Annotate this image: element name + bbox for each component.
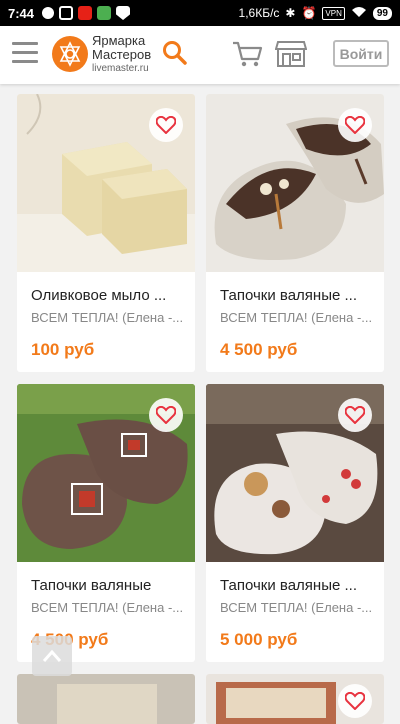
- logo-domain: livemaster.ru: [92, 63, 149, 74]
- bluetooth-icon: ✱: [285, 6, 296, 20]
- wifi-icon: [351, 6, 367, 21]
- product-seller[interactable]: ВСЕМ ТЕПЛА! (Елена -...: [220, 600, 372, 615]
- chevron-up-icon: [42, 649, 62, 662]
- product-card[interactable]: Тапочки валяные ВСЕМ ТЕПЛА! (Елена -... …: [17, 384, 195, 662]
- alarm-icon: ⏰: [301, 6, 317, 20]
- search-icon[interactable]: [162, 40, 188, 71]
- app-notification-icon: [42, 7, 55, 19]
- product-image-slippers-white[interactable]: [206, 384, 384, 562]
- favorite-heart-icon[interactable]: [149, 398, 183, 432]
- app-header: Ярмарка Мастеров livemaster.ru Войти: [0, 26, 400, 84]
- product-image-partial[interactable]: [17, 674, 195, 724]
- logo-icon[interactable]: [52, 36, 88, 72]
- product-card[interactable]: Оливковое мыло ... ВСЕМ ТЕПЛА! (Елена -.…: [17, 94, 195, 372]
- product-title[interactable]: Тапочки валяные ...: [220, 287, 357, 304]
- product-title[interactable]: Тапочки валяные: [31, 577, 151, 594]
- app-green-notification-icon: [97, 6, 112, 20]
- logo-line-1: Ярмарка: [92, 33, 146, 48]
- favorite-heart-icon[interactable]: [338, 398, 372, 432]
- camera-notification-icon: [59, 6, 74, 20]
- product-image-slippers-grey[interactable]: [206, 94, 384, 272]
- shop-icon[interactable]: [274, 40, 308, 73]
- favorite-heart-icon[interactable]: [338, 684, 372, 718]
- product-card[interactable]: [17, 674, 195, 724]
- product-card[interactable]: Тапочки валяные ... ВСЕМ ТЕПЛА! (Елена -…: [206, 94, 384, 372]
- logo-text[interactable]: Ярмарка Мастеров livemaster.ru: [92, 34, 151, 76]
- vpn-badge: VPN: [322, 6, 345, 20]
- product-seller[interactable]: ВСЕМ ТЕПЛА! (Елена -...: [31, 600, 183, 615]
- product-title[interactable]: Тапочки валяные ...: [220, 577, 357, 594]
- logo-line-2: Мастеров: [92, 47, 152, 62]
- product-price: 5 000 руб: [220, 630, 298, 649]
- favorite-heart-icon[interactable]: [149, 108, 183, 142]
- network-speed: 1,6КБ/с: [238, 6, 280, 20]
- shield-notification-icon: [116, 6, 131, 20]
- product-card[interactable]: [206, 674, 384, 724]
- scroll-to-top-button[interactable]: [32, 636, 72, 676]
- status-time: 7:44: [8, 5, 35, 21]
- youtube-notification-icon: [78, 6, 93, 20]
- product-seller[interactable]: ВСЕМ ТЕПЛА! (Елена -...: [31, 310, 183, 325]
- cart-icon[interactable]: [232, 40, 264, 73]
- product-card[interactable]: Тапочки валяные ... ВСЕМ ТЕПЛА! (Елена -…: [206, 384, 384, 662]
- battery-indicator: 99: [372, 6, 392, 20]
- login-button[interactable]: Войти: [333, 40, 389, 67]
- product-image-soap[interactable]: [17, 94, 195, 272]
- favorite-heart-icon[interactable]: [338, 108, 372, 142]
- status-bar: 7:44 1,6КБ/с ✱ ⏰ VPN 99: [0, 0, 400, 26]
- product-seller[interactable]: ВСЕМ ТЕПЛА! (Елена -...: [220, 310, 372, 325]
- product-price: 4 500 руб: [220, 340, 298, 359]
- product-image-slippers-brown[interactable]: [17, 384, 195, 562]
- menu-icon[interactable]: [12, 42, 38, 64]
- product-price: 100 руб: [31, 340, 95, 359]
- product-title[interactable]: Оливковое мыло ...: [31, 287, 166, 304]
